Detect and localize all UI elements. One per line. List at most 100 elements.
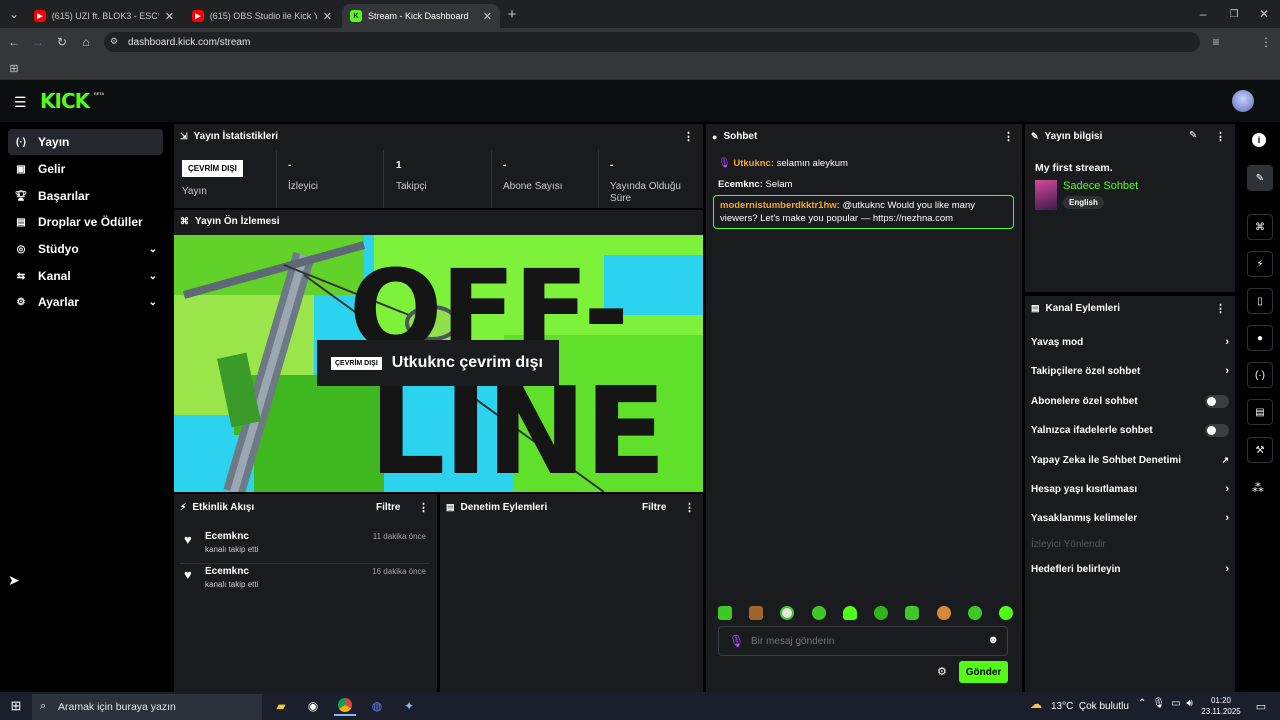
stats-more-icon[interactable]: ⋮ [683,130,694,143]
back-icon[interactable]: ← [4,32,24,52]
menu-icon[interactable]: ⋮ [1256,32,1276,52]
sidebar-item-yayin[interactable]: (·) Yayın [8,129,163,155]
media-icon[interactable]: ≡ [1206,32,1226,52]
action-slow-mode[interactable]: Yavaş mod › [1031,332,1229,352]
user-avatar[interactable] [1232,90,1254,112]
emote-icon[interactable] [936,606,951,620]
sidebar-item-basarilar[interactable]: 🏆︎ Başarılar [8,183,163,209]
event-user[interactable]: Ecemknc [205,531,249,542]
chrome-icon[interactable] [334,696,356,716]
emote-icon[interactable] [811,606,826,620]
discord-icon[interactable]: ◍ [366,696,388,716]
pin-icon: ✎ [1031,131,1039,141]
more-tools-icon[interactable]: ⁂ [1252,481,1264,495]
tab-search-icon[interactable]: ⌄ [4,4,24,24]
home-icon[interactable]: ⌂ [76,32,96,52]
close-icon[interactable]: ✕ [483,10,492,23]
browser-tab-bar: ⌄ ▶ (615) UZI ft. BLOK3 - ESC*BAR ▶ ✕ ▶ … [0,0,1280,28]
app-icon[interactable]: ✦ [398,696,420,716]
subscribers-only-toggle[interactable] [1205,394,1229,408]
chat-username[interactable]: Utkuknc [733,158,770,169]
hamburger-menu-icon[interactable]: ☰ [14,94,27,111]
category-name[interactable]: Sadece Sohbet [1063,180,1138,192]
taskbar-search[interactable]: ⌕ Aramak için buraya yazın [32,694,262,720]
event-user[interactable]: Ecemknc [205,566,249,577]
event-item: ♥ Ecemknc kanalı takip etti 11 dakika ön… [180,531,430,561]
system-tray-icons[interactable]: ⌃🎙︎▭🔊︎ [1138,698,1199,709]
sidebar-item-gelir[interactable]: ▣ Gelir [8,156,163,182]
emotes-only-toggle[interactable] [1205,423,1229,437]
emote-icon[interactable] [905,606,920,620]
sidebar-item-kanal[interactable]: ⇆ Kanal ⌄ [8,263,163,289]
chat-input-box[interactable]: 🎙︎ ☻ [718,626,1008,656]
chat-username[interactable]: Ecemknc [718,179,760,190]
reload-icon[interactable]: ↻ [52,32,72,52]
wrench-icon[interactable]: ⚒ [1247,437,1273,463]
sidebar-item-ayarlar[interactable]: ⚙ Ayarlar ⌄ [8,289,163,315]
emote-icon[interactable] [874,606,889,620]
browser-tab-1[interactable]: ▶ (615) UZI ft. BLOK3 - ESC*BAR ▶ ✕ [26,4,182,28]
action-followers-only[interactable]: Takipçilere özel sohbet › [1031,361,1229,381]
channel-actions-more-icon[interactable]: ⋮ [1215,302,1226,315]
lightning-icon[interactable]: ⚡︎ [1247,251,1273,277]
window-close-icon[interactable]: ✕ [1254,4,1274,24]
events-title-text: Etkinlik Akışı [192,502,255,513]
weather-icon: ☁ [1030,697,1042,711]
notification-icon[interactable]: ▭ [1250,696,1272,716]
event-action: kanalı takip etti [205,545,259,554]
document-icon[interactable]: ▯ [1247,288,1273,314]
info-icon[interactable]: i [1252,133,1266,147]
events-more-icon[interactable]: ⋮ [418,501,429,514]
emote-icon[interactable] [749,606,764,620]
minimize-icon[interactable]: – [1193,4,1213,24]
emote-icon[interactable] [780,606,795,620]
action-set-goals[interactable]: Hedefleri belirleyin › [1031,559,1229,579]
site-info-icon[interactable]: ⚙ [110,36,118,47]
edit-icon[interactable]: ✎ [1189,130,1197,141]
emote-icon[interactable] [998,606,1013,620]
emote-icon[interactable] [718,606,732,620]
browser-tab-3[interactable]: K Stream - Kick Dashboard ✕ [342,4,500,28]
restore-icon[interactable]: ❐ [1224,4,1244,24]
url-input[interactable]: ⚙ dashboard.kick.com/stream [104,32,1200,52]
moderation-title: ▤ Denetim Eylemleri [446,502,547,513]
moderation-filter-button[interactable]: Filtre [642,502,666,513]
kick-logo[interactable]: KICK [40,89,90,113]
sidebar-item-droplar[interactable]: ▤ Droplar ve Ödüller [8,209,163,235]
weather-text[interactable]: 13°C Çok bulutlu [1051,701,1129,712]
apps-grid-icon[interactable]: ⊞ [4,58,24,78]
new-tab-icon[interactable]: + [502,4,522,24]
chat-message-input[interactable] [751,633,971,649]
forward-icon[interactable]: → [28,32,48,52]
broadcast-icon[interactable]: (·) [1247,362,1273,388]
chat-settings-icon[interactable]: ⚙ [937,665,947,678]
sidebar-item-studyo[interactable]: ◎ Stüdyo ⌄ [8,236,163,262]
chat-more-icon[interactable]: ⋮ [1003,130,1014,143]
action-account-age[interactable]: Hesap yaşı kısıtlaması › [1031,479,1229,499]
windows-start-icon[interactable]: ⊞ [5,696,27,716]
stream-info-more-icon[interactable]: ⋮ [1215,130,1226,143]
emote-icon[interactable] [842,606,857,620]
emoji-icon[interactable]: ☻ [987,634,999,646]
emote-icon[interactable] [967,606,982,620]
action-ai-moderation[interactable]: Yapay Zeka ile Sohbet Denetimi ↗ [1031,450,1229,470]
moderation-more-icon[interactable]: ⋮ [684,501,695,514]
browser-tab-2[interactable]: ▶ (615) OBS Studio ile Kick Yayını ✕ [184,4,340,28]
edit-pencil-icon[interactable]: ✎ [1247,165,1273,191]
category-thumbnail[interactable] [1035,180,1057,210]
mic-icon: 🎙︎ [718,158,731,169]
stat-label: Yayın [182,186,207,197]
stat-yayin: ÇEVRİM DIŞI Yayın [174,150,277,208]
events-filter-button[interactable]: Filtre [376,502,400,513]
file-explorer-icon[interactable]: ▰ [270,696,292,716]
send-button[interactable]: Gönder [959,661,1008,683]
close-icon[interactable]: ✕ [165,10,174,23]
preview-title: ⌘ Yayın Ön İzlemesi [180,216,279,227]
preview-toggle-icon[interactable]: ⌘ [1247,214,1273,240]
chat-username[interactable]: modernistumberdkktr1hw [720,200,837,211]
chat-icon[interactable]: ● [1247,325,1273,351]
action-banned-words[interactable]: Yasaklanmış kelimeler › [1031,508,1229,528]
obs-icon[interactable]: ◉ [302,696,324,716]
layout-icon[interactable]: ▤ [1247,399,1273,425]
close-icon[interactable]: ✕ [323,10,332,23]
